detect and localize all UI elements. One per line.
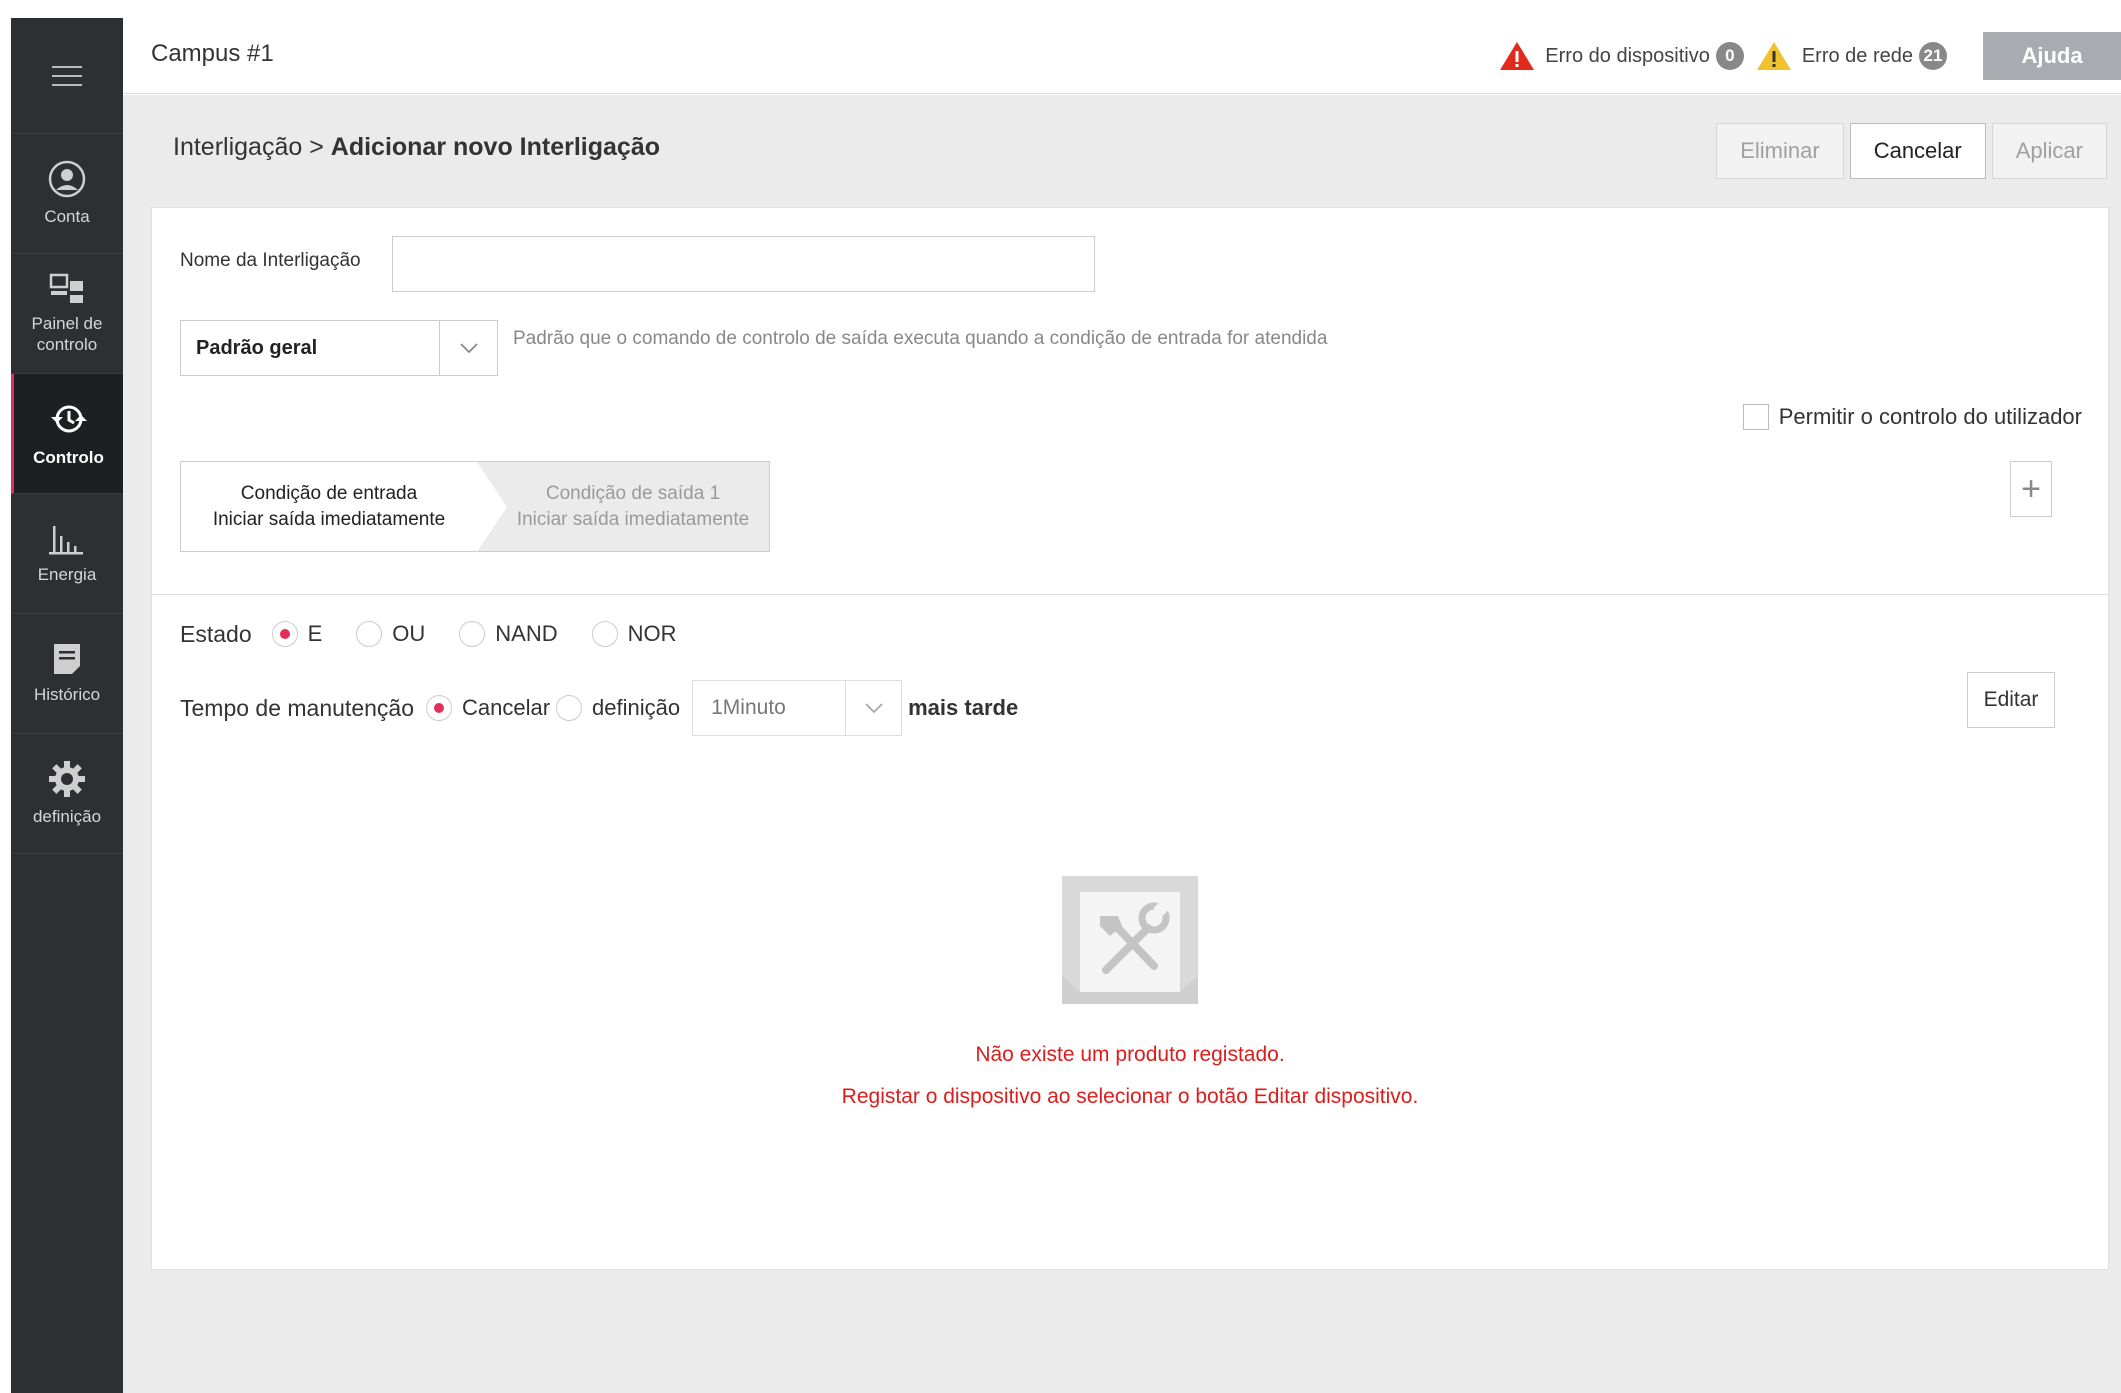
sidebar-item-label: definição (32, 807, 102, 826)
top-header: Campus #1 Erro do dispositivo 0 Erro de … (123, 18, 2121, 94)
radio-ou[interactable] (356, 621, 383, 647)
tools-icon (1062, 876, 1198, 1004)
estado-option-label: E (307, 621, 323, 646)
empty-message-line1: Não existe um produto registado. (975, 1043, 1285, 1066)
estado-option-nor[interactable]: NOR (591, 621, 677, 647)
tempo-option-def[interactable]: definição (556, 695, 680, 721)
tempo-select[interactable]: 1Minuto (692, 680, 903, 736)
sidebar-item-label: Histórico (33, 685, 101, 704)
main-content: Interligação > Adicionar novo Interligaç… (123, 95, 2121, 1393)
breadcrumb-parent[interactable]: Interligação (173, 133, 302, 161)
device-error-count: 0 (1715, 42, 1744, 70)
estado-label: Estado (180, 620, 252, 647)
radio-e[interactable] (271, 621, 298, 647)
tempo-label: Tempo de manutenção (180, 694, 414, 721)
pattern-description: Padrão que o comando de controlo de saíd… (513, 328, 1328, 349)
user-circle-icon (48, 160, 86, 198)
estado-option-label: OU (392, 621, 426, 646)
section-divider (152, 594, 2108, 595)
help-button[interactable]: Ajuda (1983, 32, 2121, 80)
estado-option-e[interactable]: E (271, 621, 323, 647)
allow-user-checkbox[interactable] (1742, 404, 1769, 430)
estado-option-label: NOR (627, 621, 677, 646)
radio-nand[interactable] (459, 621, 486, 647)
sidebar-item-energia[interactable]: Energia (11, 494, 123, 614)
tempo-def-label: definição (592, 695, 681, 720)
device-error-label: Erro do dispositivo (1545, 44, 1710, 67)
estado-option-label: NAND (495, 621, 558, 646)
chevron-down-icon (439, 321, 497, 375)
cancel-button[interactable]: Cancelar (1849, 123, 1986, 179)
hamburger-icon[interactable] (52, 64, 82, 88)
bar-chart-icon (49, 526, 83, 555)
name-label: Nome da Interligação (180, 250, 361, 271)
estado-row: Estado E OU NAND NOR (180, 614, 711, 654)
breadcrumb-current: Adicionar novo Interligação (330, 133, 660, 161)
tempo-row: Tempo de manutenção Cancelar definição 1… (180, 680, 1018, 736)
tempo-option-cancel[interactable]: Cancelar (426, 695, 550, 721)
menu-toggle[interactable] (11, 18, 123, 134)
condition-tabs: Condição de entrada Iniciar saída imedia… (180, 461, 770, 552)
allow-user-label: Permitir o controlo do utilizador (1778, 404, 2082, 429)
allow-user-control[interactable]: Permitir o controlo do utilizador (1742, 404, 2082, 430)
breadcrumb-separator: > (309, 133, 324, 161)
input-condition-sub: Iniciar saída imediatamente (212, 508, 446, 530)
sidebar-item-label: Conta (44, 207, 90, 226)
sidebar-item-controlo[interactable]: Controlo (11, 374, 123, 494)
radio-tempo-cancel[interactable] (426, 695, 452, 721)
output-condition-sub: Iniciar saída imediatamente (516, 508, 750, 530)
add-condition-button[interactable]: + (2010, 461, 2052, 517)
radio-nor[interactable] (591, 621, 618, 647)
gear-icon (49, 761, 85, 797)
sidebar: Conta Painel de controlo Controlo Energi… (11, 18, 123, 1393)
pattern-select[interactable]: Padrão geral (180, 320, 498, 376)
sidebar-item-label: Controlo (33, 448, 104, 467)
tempo-suffix: mais tarde (908, 695, 1019, 720)
breadcrumb: Interligação > Adicionar novo Interligaç… (173, 133, 660, 162)
sidebar-item-label: Energia (37, 565, 97, 584)
chevron-down-icon (845, 681, 901, 735)
output-condition-title: Condição de saída 1 (545, 482, 721, 504)
interligacao-form: Nome da Interligação Padrão geral Padrão… (151, 207, 2109, 1270)
estado-option-ou[interactable]: OU (356, 621, 425, 647)
sidebar-item-conta[interactable]: Conta (11, 134, 123, 254)
edit-button[interactable]: Editar (1967, 672, 2055, 728)
sidebar-item-painel[interactable]: Painel de controlo (11, 254, 123, 374)
estado-option-nand[interactable]: NAND (459, 621, 558, 647)
document-icon (54, 644, 80, 674)
name-input[interactable] (392, 236, 1095, 292)
device-error-indicator[interactable]: Erro do dispositivo 0 (1499, 41, 1744, 71)
tempo-cancel-label: Cancelar (462, 695, 551, 720)
apply-button[interactable]: Aplicar (1991, 123, 2107, 179)
dashboard-icon (49, 273, 83, 303)
network-error-indicator[interactable]: Erro de rede 21 (1756, 41, 1947, 71)
sidebar-item-label: Painel de controlo (31, 313, 103, 354)
control-icon (50, 405, 87, 433)
network-error-count: 21 (1919, 42, 1947, 70)
pattern-select-value: Padrão geral (196, 336, 318, 359)
input-condition-title: Condição de entrada (240, 482, 418, 504)
tab-input-condition[interactable]: Condição de entrada Iniciar saída imedia… (181, 462, 477, 551)
sidebar-item-definicao[interactable]: definição (11, 734, 123, 854)
warning-triangle-icon (1756, 42, 1791, 70)
tab-output-condition-1[interactable]: Condição de saída 1 Iniciar saída imedia… (477, 462, 769, 551)
radio-tempo-def[interactable] (556, 695, 583, 721)
campus-title: Campus #1 (151, 40, 274, 67)
delete-button[interactable]: Eliminar (1716, 123, 1844, 179)
tab-arrow (477, 462, 507, 552)
action-buttons: Eliminar Cancelar Aplicar (1716, 123, 2107, 179)
error-triangle-icon (1500, 42, 1535, 70)
network-error-label: Erro de rede (1801, 44, 1913, 67)
tempo-select-value: 1Minuto (711, 696, 786, 719)
empty-message-line2: Registar o dispositivo ao selecionar o b… (841, 1085, 1419, 1108)
sidebar-item-historico[interactable]: Histórico (11, 614, 123, 734)
